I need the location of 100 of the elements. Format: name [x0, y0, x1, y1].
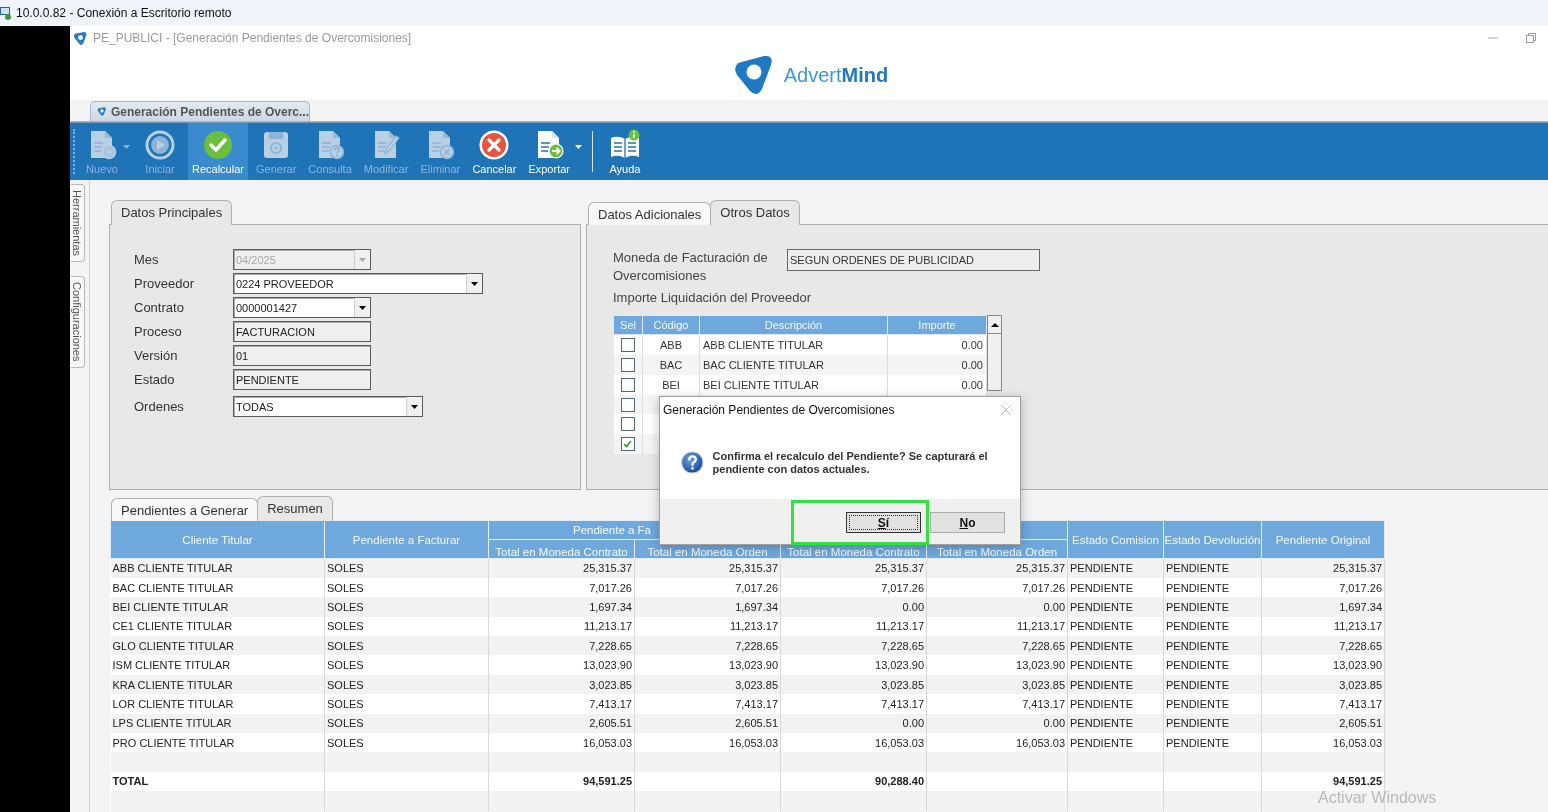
- table-cell: SOLES: [327, 717, 364, 730]
- table-cell: 0.00: [961, 359, 983, 372]
- scroll-up-icon[interactable]: [990, 322, 999, 327]
- table-cell: PENDIENTE: [1070, 639, 1133, 652]
- table-cell: 1,697.34: [1339, 600, 1382, 613]
- input-field[interactable]: PENDIENTE: [233, 369, 371, 390]
- checkbox[interactable]: [620, 377, 635, 392]
- checkbox[interactable]: [620, 417, 635, 432]
- table-cell: ABB CLIENTE TITULAR: [703, 339, 824, 352]
- table-cell: 0.00: [961, 378, 983, 391]
- remote-desktop-icon: [0, 6, 12, 20]
- section-title: Importe Liquidación del Proveedor: [613, 290, 812, 305]
- tab[interactable]: Pendientes a Generar: [111, 498, 259, 521]
- check-button[interactable]: Recalcular: [188, 123, 248, 180]
- dialog-title: Generación Pendientes de Overcomisiones: [663, 403, 895, 417]
- table-cell: PENDIENTE: [1166, 697, 1229, 710]
- table-cell: ABB CLIENTE TITULAR: [112, 562, 233, 575]
- table-cell: 1,697.34: [589, 600, 632, 613]
- dialog-message: Confirma el recalculo del Pendiente? Se capturará el pendiente con datos actuales.: [712, 449, 989, 476]
- table-cell: 7,017.26: [881, 581, 924, 594]
- checkbox[interactable]: [620, 338, 635, 353]
- table-cell: BAC CLIENTE TITULAR: [112, 581, 234, 594]
- column-header: Estado Devolución: [1164, 533, 1261, 546]
- side-tab[interactable]: Herramientas: [71, 184, 85, 263]
- window-title: 10.0.0.82 - Conexión a Escritorio remoto: [16, 6, 232, 20]
- table-cell: 3,023.85: [1339, 678, 1382, 691]
- table-cell: 13,023.90: [1333, 659, 1382, 672]
- table-cell: 3,023.85: [735, 678, 778, 691]
- table-cell: 0.00: [1043, 717, 1065, 730]
- table-cell: 25,315.37: [1016, 562, 1065, 575]
- table-cell: 13,023.90: [583, 659, 632, 672]
- cancel-button[interactable]: Cancelar: [468, 123, 521, 180]
- table-cell: 7,228.65: [1022, 639, 1065, 652]
- tab[interactable]: Datos Principales: [111, 200, 233, 225]
- table-cell: SOLES: [327, 620, 364, 633]
- table-cell: 3,023.85: [589, 678, 632, 691]
- table-cell: 7,017.26: [735, 581, 778, 594]
- table-cell: ABB: [660, 339, 682, 352]
- tab[interactable]: Resumen: [257, 496, 333, 521]
- table-cell: PENDIENTE: [1070, 678, 1133, 691]
- table-cell: PENDIENTE: [1166, 717, 1229, 730]
- checkbox[interactable]: [620, 437, 635, 452]
- tab[interactable]: Otros Datos: [710, 200, 800, 225]
- table-cell: SOLES: [327, 600, 364, 613]
- table-cell: 1,697.34: [735, 600, 778, 613]
- scrollbar[interactable]: [987, 315, 1002, 391]
- dialog-button[interactable]: No: [930, 512, 1005, 533]
- table-cell: 11,213.17: [875, 620, 924, 633]
- caret-icon: [411, 404, 418, 409]
- export-button[interactable]: Exportar: [524, 123, 584, 180]
- input-field[interactable]: FACTURACION: [233, 321, 371, 342]
- table-cell: PENDIENTE: [1166, 562, 1229, 575]
- table-cell: 11,213.17: [729, 620, 778, 633]
- table-cell: SOLES: [327, 581, 364, 594]
- table-cell: 2,605.51: [1339, 717, 1382, 730]
- document-tab[interactable]: Generación Pendientes de Overc...: [90, 101, 310, 121]
- total-cell: TOTAL: [112, 775, 149, 788]
- brand-name: AdvertMind: [783, 63, 889, 87]
- checkbox[interactable]: [620, 358, 635, 373]
- column-header: Total en Moneda Contrato: [495, 546, 628, 558]
- column-header: Importe: [887, 315, 987, 335]
- help-button[interactable]: Ayuda: [601, 123, 649, 180]
- table-cell: BEI: [662, 378, 680, 391]
- column-header: Total en Moneda Orden: [936, 546, 1058, 558]
- column-header: Total en Moneda Orden: [647, 546, 768, 558]
- table-cell: PENDIENTE: [1070, 581, 1133, 594]
- dropdown[interactable]: 0000001427: [233, 297, 371, 318]
- table-cell: 3,023.85: [881, 678, 924, 691]
- table-cell: 16,053.03: [583, 736, 632, 749]
- table-cell: 7,228.65: [881, 639, 924, 652]
- table-cell: PENDIENTE: [1070, 600, 1133, 613]
- app-logo-icon: [73, 30, 88, 46]
- dropdown[interactable]: 0224 PROVEEDOR: [233, 273, 483, 294]
- column-group-header: Pendiente a Fa: [573, 524, 651, 536]
- tab[interactable]: Datos Adicionales: [588, 202, 712, 225]
- app-logo-icon: [97, 104, 107, 119]
- table-cell: 0.00: [961, 339, 983, 352]
- check-icon: [202, 128, 234, 161]
- activation-notice: Activar Windows: [1318, 789, 1437, 807]
- checkbox[interactable]: [620, 397, 635, 412]
- table-cell: PENDIENTE: [1166, 620, 1229, 633]
- input-field[interactable]: SEGUN ORDENES DE PUBLICIDAD: [787, 249, 1040, 271]
- column-header: Cliente Titular: [182, 533, 253, 546]
- table-cell: GLO CLIENTE TITULAR: [112, 639, 234, 652]
- play-icon: [144, 128, 176, 161]
- table-cell: 25,315.37: [875, 562, 924, 575]
- dialog-button[interactable]: Sí: [846, 512, 921, 533]
- field-label: Proceso: [134, 324, 182, 339]
- input-field[interactable]: 01: [233, 345, 371, 366]
- table-cell: 0.00: [902, 600, 924, 613]
- table-cell: PRO CLIENTE TITULAR: [112, 736, 235, 749]
- dropdown[interactable]: TODAS: [233, 396, 423, 417]
- table-cell: SOLES: [327, 659, 364, 672]
- cancel-icon: [478, 128, 511, 161]
- table-cell: PENDIENTE: [1070, 620, 1133, 633]
- book-icon: [609, 128, 641, 161]
- side-tab[interactable]: Configuraciones: [71, 276, 85, 368]
- table-cell: PENDIENTE: [1166, 639, 1229, 652]
- restore-icon[interactable]: [1526, 33, 1536, 43]
- column-header: Pendiente Original: [1275, 533, 1371, 546]
